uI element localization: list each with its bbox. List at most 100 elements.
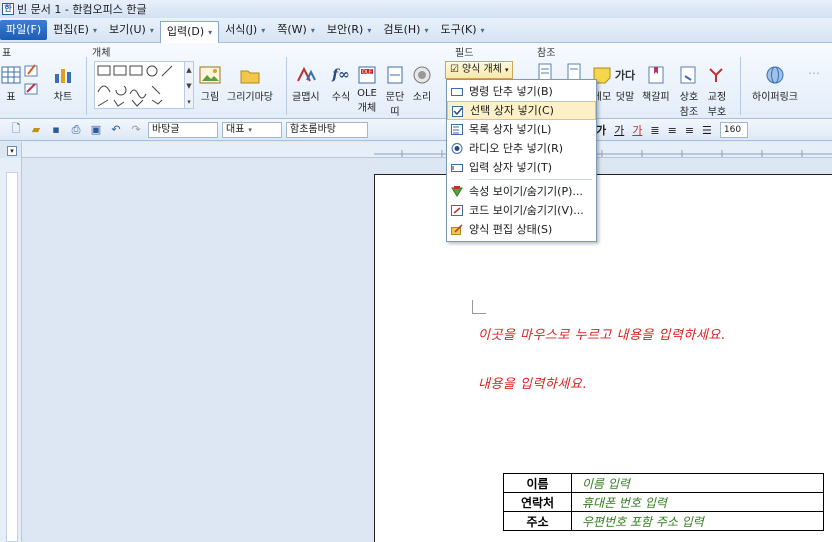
table-button[interactable]: 표 <box>0 65 22 103</box>
undo-icon[interactable]: ↶ <box>108 122 124 138</box>
placeholder-text-1[interactable]: 이곳을 마우스로 누르고 내용을 입력하세요. <box>478 324 725 343</box>
menu-page[interactable]: 쪽(W) ▾ <box>271 20 321 40</box>
align-center-icon[interactable]: ≡ <box>668 124 677 137</box>
folder-icon <box>239 65 261 85</box>
horizontal-ruler[interactable] <box>22 142 832 158</box>
chevron-down-icon: ▾ <box>261 26 266 35</box>
menu-item-properties[interactable]: 속성 보이기/숨기기(P)... <box>447 182 596 201</box>
placeholder-text-2[interactable]: 내용을 입력하세요. <box>478 373 587 392</box>
table-row: 연락처 휴대폰 번호 입력 <box>503 492 824 512</box>
more-icon[interactable]: ⋯ <box>808 63 828 103</box>
paragraph-band-icon <box>384 65 406 85</box>
cross-reference-icon <box>678 65 700 85</box>
menu-format[interactable]: 서식(J) ▾ <box>219 20 271 40</box>
group-label-table: 표 <box>2 48 12 59</box>
bold-button[interactable]: 가 <box>596 122 606 138</box>
info-table: 이름 이름 입력 연락처 휴대폰 번호 입력 주소 우편번호 포함 주소 입력 <box>503 473 824 531</box>
chevron-down-icon: ▾ <box>424 26 429 35</box>
form-object-button[interactable]: ☑ 양식 개체 ▾ <box>445 61 514 79</box>
language-combo[interactable]: 대표 ▾ <box>222 121 282 138</box>
footnote-button[interactable]: 가다 덧말 <box>614 65 636 103</box>
shapes-scroll[interactable]: ▲ ▼ ▾ <box>184 61 194 109</box>
menu-security[interactable]: 보안(R) ▾ <box>321 20 377 40</box>
picture-icon <box>199 65 221 85</box>
proofreading-button[interactable]: 교정 부호 <box>706 65 728 118</box>
menu-input[interactable]: 입력(D) ▾ <box>159 20 220 43</box>
eraser-icon[interactable] <box>24 81 38 95</box>
form-object-icon: ☑ <box>450 64 459 75</box>
ruler-toggle[interactable]: ▾ <box>7 146 17 156</box>
code-icon <box>451 205 463 216</box>
preview-icon[interactable]: ▣ <box>88 122 104 138</box>
pencil-icon[interactable] <box>24 63 38 77</box>
menu-review[interactable]: 검토(H) ▾ <box>377 20 434 40</box>
title-bar: 한 빈 문서 1 - 한컴오피스 한글 <box>0 0 832 18</box>
underline-button[interactable]: 가 <box>614 122 624 138</box>
proofreading-icon <box>706 65 728 85</box>
bookmark-icon <box>645 65 667 85</box>
chevron-down-icon: ▾ <box>504 66 509 74</box>
open-folder-icon[interactable]: ▰ <box>28 122 44 138</box>
paragraph-band-button[interactable]: 문단 띠 <box>384 65 406 118</box>
name-field[interactable]: 이름 입력 <box>571 473 824 493</box>
input-box-icon <box>451 162 463 173</box>
menu-item-radio[interactable]: 라디오 단추 넣기(R) <box>447 139 596 158</box>
chevron-down-icon: ▾ <box>149 26 154 35</box>
globe-icon <box>764 65 786 85</box>
shapes-gallery[interactable] <box>94 61 186 109</box>
bookmark-button[interactable]: 책갈피 <box>642 65 670 103</box>
char-format-buttons: 가 가 가 ≣ ≡ ≡ ☰ 160 <box>596 122 748 138</box>
picture-button[interactable]: 그림 <box>199 65 221 103</box>
print-icon[interactable]: ⎙ <box>68 122 84 138</box>
svg-text:OLE: OLE <box>362 70 372 76</box>
cross-reference-button[interactable]: 상호 참조 <box>678 65 700 118</box>
menu-view[interactable]: 보기(U) ▾ <box>103 20 160 40</box>
menu-edit[interactable]: 편집(E) ▾ <box>47 20 103 40</box>
menu-tools[interactable]: 도구(K) ▾ <box>434 20 490 40</box>
address-field[interactable]: 우편번호 포함 주소 입력 <box>571 511 824 531</box>
group-label-field: 필드 <box>455 48 474 59</box>
color-button[interactable]: 가 <box>632 122 642 138</box>
equation-button[interactable]: f∞ 수식 <box>330 65 352 103</box>
menu-item-input-box[interactable]: 입력 상자 넣기(T) <box>447 158 596 177</box>
ga-da-icon: 가다 <box>614 69 636 82</box>
chevron-down-icon: ▾ <box>92 26 97 35</box>
equation-icon: f∞ <box>332 67 350 83</box>
form-object-menu: 명령 단추 넣기(B) 선택 상자 넣기(C) 목록 상자 넣기(L) 라디오 … <box>446 79 597 242</box>
font-size-combo[interactable]: 160 <box>719 122 748 138</box>
save-icon[interactable]: ▪ <box>48 122 64 138</box>
menu-item-form-edit[interactable]: 양식 편집 상태(S) <box>447 220 596 239</box>
separator <box>740 57 741 115</box>
justify-icon[interactable]: ☰ <box>702 124 712 137</box>
chart-button[interactable]: 차트 <box>52 65 74 103</box>
align-left-icon[interactable]: ≣ <box>650 124 659 137</box>
command-button-icon <box>451 86 463 97</box>
menu-file[interactable]: 파일(F) <box>0 20 48 40</box>
drawing-market-button[interactable]: 그리기마당 <box>227 65 273 103</box>
contact-field[interactable]: 휴대폰 번호 입력 <box>571 492 824 512</box>
chevron-down-icon: ▾ <box>310 26 315 35</box>
sound-button[interactable]: 소리 <box>411 65 433 103</box>
vertical-ruler[interactable] <box>0 158 22 542</box>
listbox-icon <box>451 124 463 135</box>
table-row: 이름 이름 입력 <box>503 473 824 493</box>
menu-item-command-button[interactable]: 명령 단추 넣기(B) <box>447 82 596 101</box>
hyperlink-button[interactable]: 하이퍼링크 <box>752 65 798 103</box>
separator <box>86 57 87 115</box>
page-margin-mark <box>472 300 486 314</box>
group-label-object: 개체 <box>92 48 111 59</box>
align-right-icon[interactable]: ≡ <box>685 124 694 137</box>
menu-item-listbox[interactable]: 목록 상자 넣기(L) <box>447 120 596 139</box>
font-combo[interactable]: 함초롬바탕 <box>286 121 368 138</box>
style-combo[interactable]: 바탕글 <box>148 121 218 138</box>
contact-label: 연락처 <box>503 492 572 512</box>
radio-icon <box>451 143 463 154</box>
redo-icon[interactable]: ↷ <box>128 122 144 138</box>
glyph-button[interactable]: 글맵시 <box>292 65 320 103</box>
menu-separator <box>469 179 592 180</box>
new-document-icon[interactable]: 🗋 <box>8 122 24 138</box>
name-label: 이름 <box>503 473 572 493</box>
menu-item-checkbox[interactable]: 선택 상자 넣기(C) <box>447 101 596 120</box>
ole-button[interactable]: OLE OLE 개체 <box>356 65 378 114</box>
menu-item-code[interactable]: 코드 보이기/숨기기(V)... <box>447 201 596 220</box>
